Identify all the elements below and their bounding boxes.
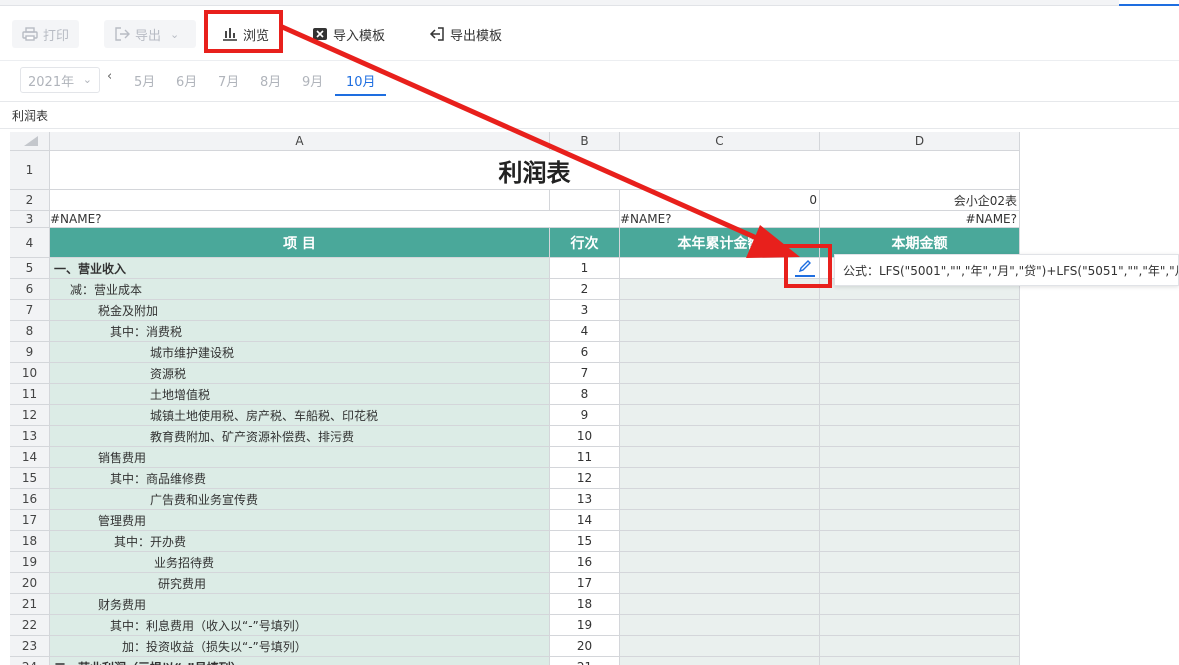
annotation-arrow xyxy=(278,23,800,258)
